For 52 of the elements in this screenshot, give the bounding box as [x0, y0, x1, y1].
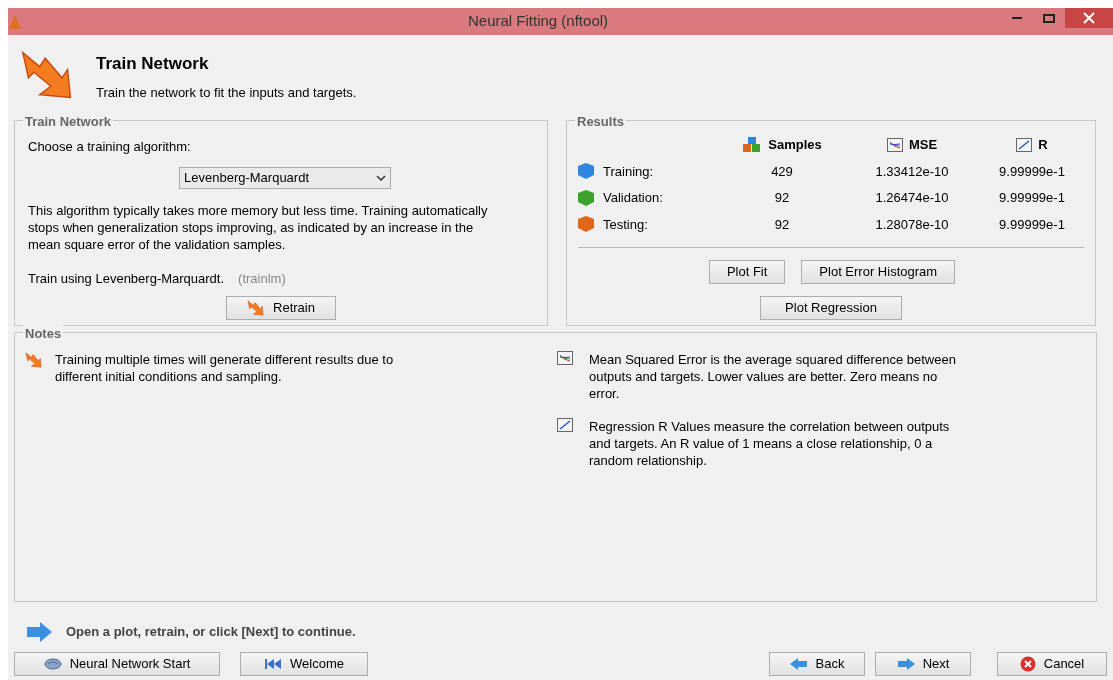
nav-button[interactable]: Back [769, 652, 865, 676]
plot-button[interactable]: Plot Error Histogram [801, 260, 956, 284]
row-label: Training: [603, 162, 654, 181]
scatter-plot-icon [557, 418, 573, 432]
table-cell-text: 9.99999e-1 [998, 215, 1066, 234]
table-cell-text: 92 [773, 215, 791, 234]
nav-button[interactable]: Welcome [240, 652, 368, 676]
plot-regression-button[interactable]: Plot Regression [760, 296, 902, 320]
app-logo-icon [9, 14, 21, 29]
algorithm-dropdown[interactable]: Levenberg-Marquardt [179, 166, 391, 189]
column-header: Samples [768, 136, 822, 154]
retrain-button[interactable]: Retrain [226, 296, 336, 320]
nav-button[interactable]: Next [875, 652, 971, 676]
cubes-icon [742, 136, 763, 153]
arrow-right-icon [896, 658, 915, 670]
status-message: Open a plot, retrain, or click [Next] to continue. [66, 623, 356, 642]
table-cell-text: 429 [770, 162, 794, 181]
table-cell-text: 1.26474e-10 [874, 189, 950, 207]
train-using-label: Train using Levenberg-Marquardt. [28, 269, 225, 288]
arrow-bolt-icon [25, 351, 43, 369]
table-cell-text: 1.28078e-10 [874, 215, 950, 234]
function-name: (trainlm) [238, 269, 286, 288]
arrow-bolt-icon [247, 299, 266, 317]
scatter-plot-icon [1016, 137, 1033, 152]
chart-icon [557, 351, 573, 365]
close-icon [1083, 12, 1095, 24]
arrow-right-icon [26, 622, 52, 642]
note-text: Training multiple times will generate different results due to different initial conditions and sampling. [55, 351, 395, 385]
window-title: Neural Fitting (nftool) [468, 11, 609, 32]
cancel-icon [1019, 656, 1036, 672]
rewind-icon [264, 658, 282, 670]
close-button[interactable] [1065, 8, 1113, 28]
algorithm-description: This algorithm typically takes more memory but less time. Training automatically stops when generalization stops improving, as indicated by an increase in the mean square error of the validation samples. [28, 201, 489, 253]
page-subtitle: Train the network to fit the inputs and targets. [96, 83, 357, 102]
chart-icon [886, 137, 903, 152]
arrow-left-icon [789, 658, 808, 670]
table-cell-text: 92 [773, 189, 791, 207]
nav-button[interactable]: Cancel [997, 652, 1107, 676]
page-title: Train Network [96, 53, 210, 75]
row-label: Testing: [603, 215, 648, 234]
note-text: Regression R Values measure the correlation between outputs and targets. An R value of 1 means a close relationship, 0 a random relationship. [589, 418, 951, 469]
nav-button[interactable]: Neural Network Start [14, 652, 220, 676]
table-cell-text: 9.99999e-1 [998, 162, 1066, 181]
plot-button[interactable]: Plot Fit [708, 260, 786, 284]
row-label: Validation: [603, 189, 663, 207]
table-cell-text: 1.33412e-10 [874, 162, 950, 181]
table-cell-text: 9.99999e-1 [998, 189, 1066, 207]
chevron-down-icon [376, 174, 386, 181]
note-text: Mean Squared Error is the average squared difference between outputs and targets. Lower values are better. Zero means no error. [589, 351, 957, 402]
column-header: MSE [908, 136, 938, 154]
algorithm-prompt: Choose a training algorithm: [28, 138, 192, 156]
column-header: R [1038, 136, 1048, 154]
